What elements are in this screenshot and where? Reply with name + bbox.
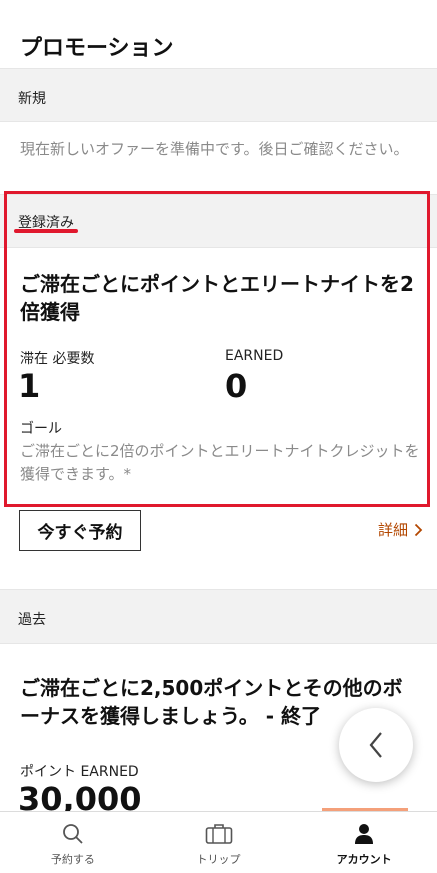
nav-item-trips[interactable]: トリップ <box>146 812 292 873</box>
nav-label: アカウント <box>336 853 392 866</box>
points-earned-label: ポイント EARNED <box>20 764 139 780</box>
bottom-nav: 予約する トリップ アカウント <box>0 811 437 873</box>
nav-item-account[interactable]: アカウント <box>291 812 437 873</box>
section-header-past: 過去 <box>0 589 437 644</box>
chevron-right-icon <box>414 523 423 536</box>
person-icon <box>353 822 375 846</box>
details-link-label: 詳細 <box>377 521 408 539</box>
nav-label: トリップ <box>196 853 241 866</box>
annotation-highlight-box <box>4 191 430 507</box>
back-button[interactable] <box>339 708 413 782</box>
search-icon <box>62 822 84 846</box>
nav-item-book[interactable]: 予約する <box>0 812 146 873</box>
section-header-label: 過去 <box>18 612 46 628</box>
empty-offers-text: 現在新しいオファーを準備中です。後日ご確認ください。 <box>20 140 409 158</box>
suitcase-icon <box>205 822 233 846</box>
section-header-label: 新規 <box>18 91 46 107</box>
chevron-left-icon <box>369 732 382 758</box>
page-title: プロモーション <box>20 36 174 61</box>
details-link[interactable]: 詳細 <box>378 519 423 540</box>
nav-label: 予約する <box>50 853 95 866</box>
book-now-button[interactable]: 今すぐ予約 <box>19 510 141 551</box>
section-header-new: 新規 <box>0 68 437 122</box>
